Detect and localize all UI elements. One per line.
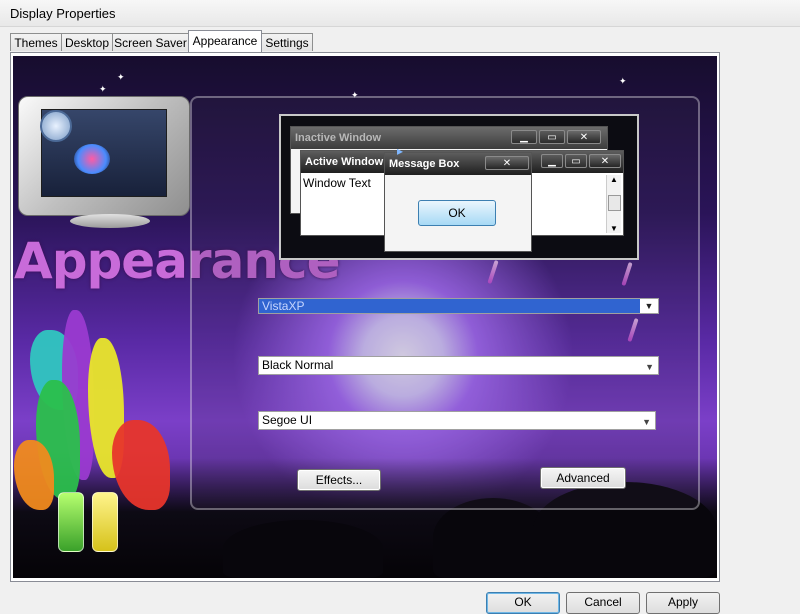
tab-themes[interactable]: Themes <box>10 33 62 51</box>
tab-desktop[interactable]: Desktop <box>61 33 113 51</box>
ok-button[interactable]: OK <box>486 592 560 614</box>
tab-screen-saver[interactable]: Screen Saver <box>112 33 189 51</box>
flower-wallpaper <box>74 144 110 174</box>
effects-button[interactable]: Effects... <box>297 469 381 491</box>
preview-scrollbar: ▲ ▼ <box>606 175 621 233</box>
cancel-button[interactable]: Cancel <box>566 592 640 614</box>
advanced-button-label: Advanced <box>556 471 610 485</box>
active-window-title: Active Window <box>305 156 384 168</box>
advanced-button[interactable]: Advanced <box>540 467 626 489</box>
chevron-down-icon[interactable]: ▼ <box>642 414 651 431</box>
chevron-down-icon[interactable]: ▼ <box>640 299 658 313</box>
tab-appearance[interactable]: Appearance <box>188 30 262 52</box>
window-style-value: VistaXP <box>262 299 305 313</box>
star-icon: ✦ <box>117 72 125 82</box>
tab-settings[interactable]: Settings <box>261 33 313 51</box>
chevron-down-icon[interactable]: ▼ <box>645 359 654 376</box>
paint-bottle <box>92 492 118 552</box>
star-icon: ✦ <box>99 84 107 94</box>
message-box-title: Message Box <box>389 158 460 170</box>
color-scheme-select[interactable]: Black Normal ▼ <box>258 356 659 375</box>
window-title: Display Properties <box>10 6 116 21</box>
color-scheme-value: Black Normal <box>262 358 334 372</box>
appearance-preview: Inactive Window ▁ ▭ ✕ Active Window ▁ ▭ … <box>279 114 639 260</box>
minimize-icon: ▁ <box>541 154 563 168</box>
close-icon: ✕ <box>485 156 529 170</box>
inactive-window-title: Inactive Window <box>295 132 382 144</box>
scroll-thumb <box>608 195 621 211</box>
star-icon: ✦ <box>619 76 627 86</box>
apply-button[interactable]: Apply <box>646 592 720 614</box>
font-size-select[interactable]: Segoe UI ▼ <box>258 411 656 430</box>
clock-icon <box>40 110 72 142</box>
scroll-down-icon: ▼ <box>610 224 618 233</box>
scroll-up-icon: ▲ <box>610 175 618 184</box>
mouse-cursor-icon: ▸ <box>397 144 404 158</box>
window-style-select[interactable]: VistaXP ▼ <box>258 298 659 314</box>
font-size-value: Segoe UI <box>262 413 313 427</box>
effects-button-label: Effects... <box>315 473 363 487</box>
monitor-stand <box>70 214 150 228</box>
title-bar: Display Properties <box>0 0 800 27</box>
close-icon: ✕ <box>567 130 601 144</box>
tree-silhouette <box>223 520 383 578</box>
close-icon: ✕ <box>589 154 621 168</box>
paint-bottle <box>58 492 84 552</box>
window-text: Window Text <box>303 176 371 190</box>
maximize-icon: ▭ <box>539 130 565 144</box>
minimize-icon: ▁ <box>511 130 537 144</box>
maximize-icon: ▭ <box>565 154 587 168</box>
preview-ok-button: OK <box>418 200 496 226</box>
